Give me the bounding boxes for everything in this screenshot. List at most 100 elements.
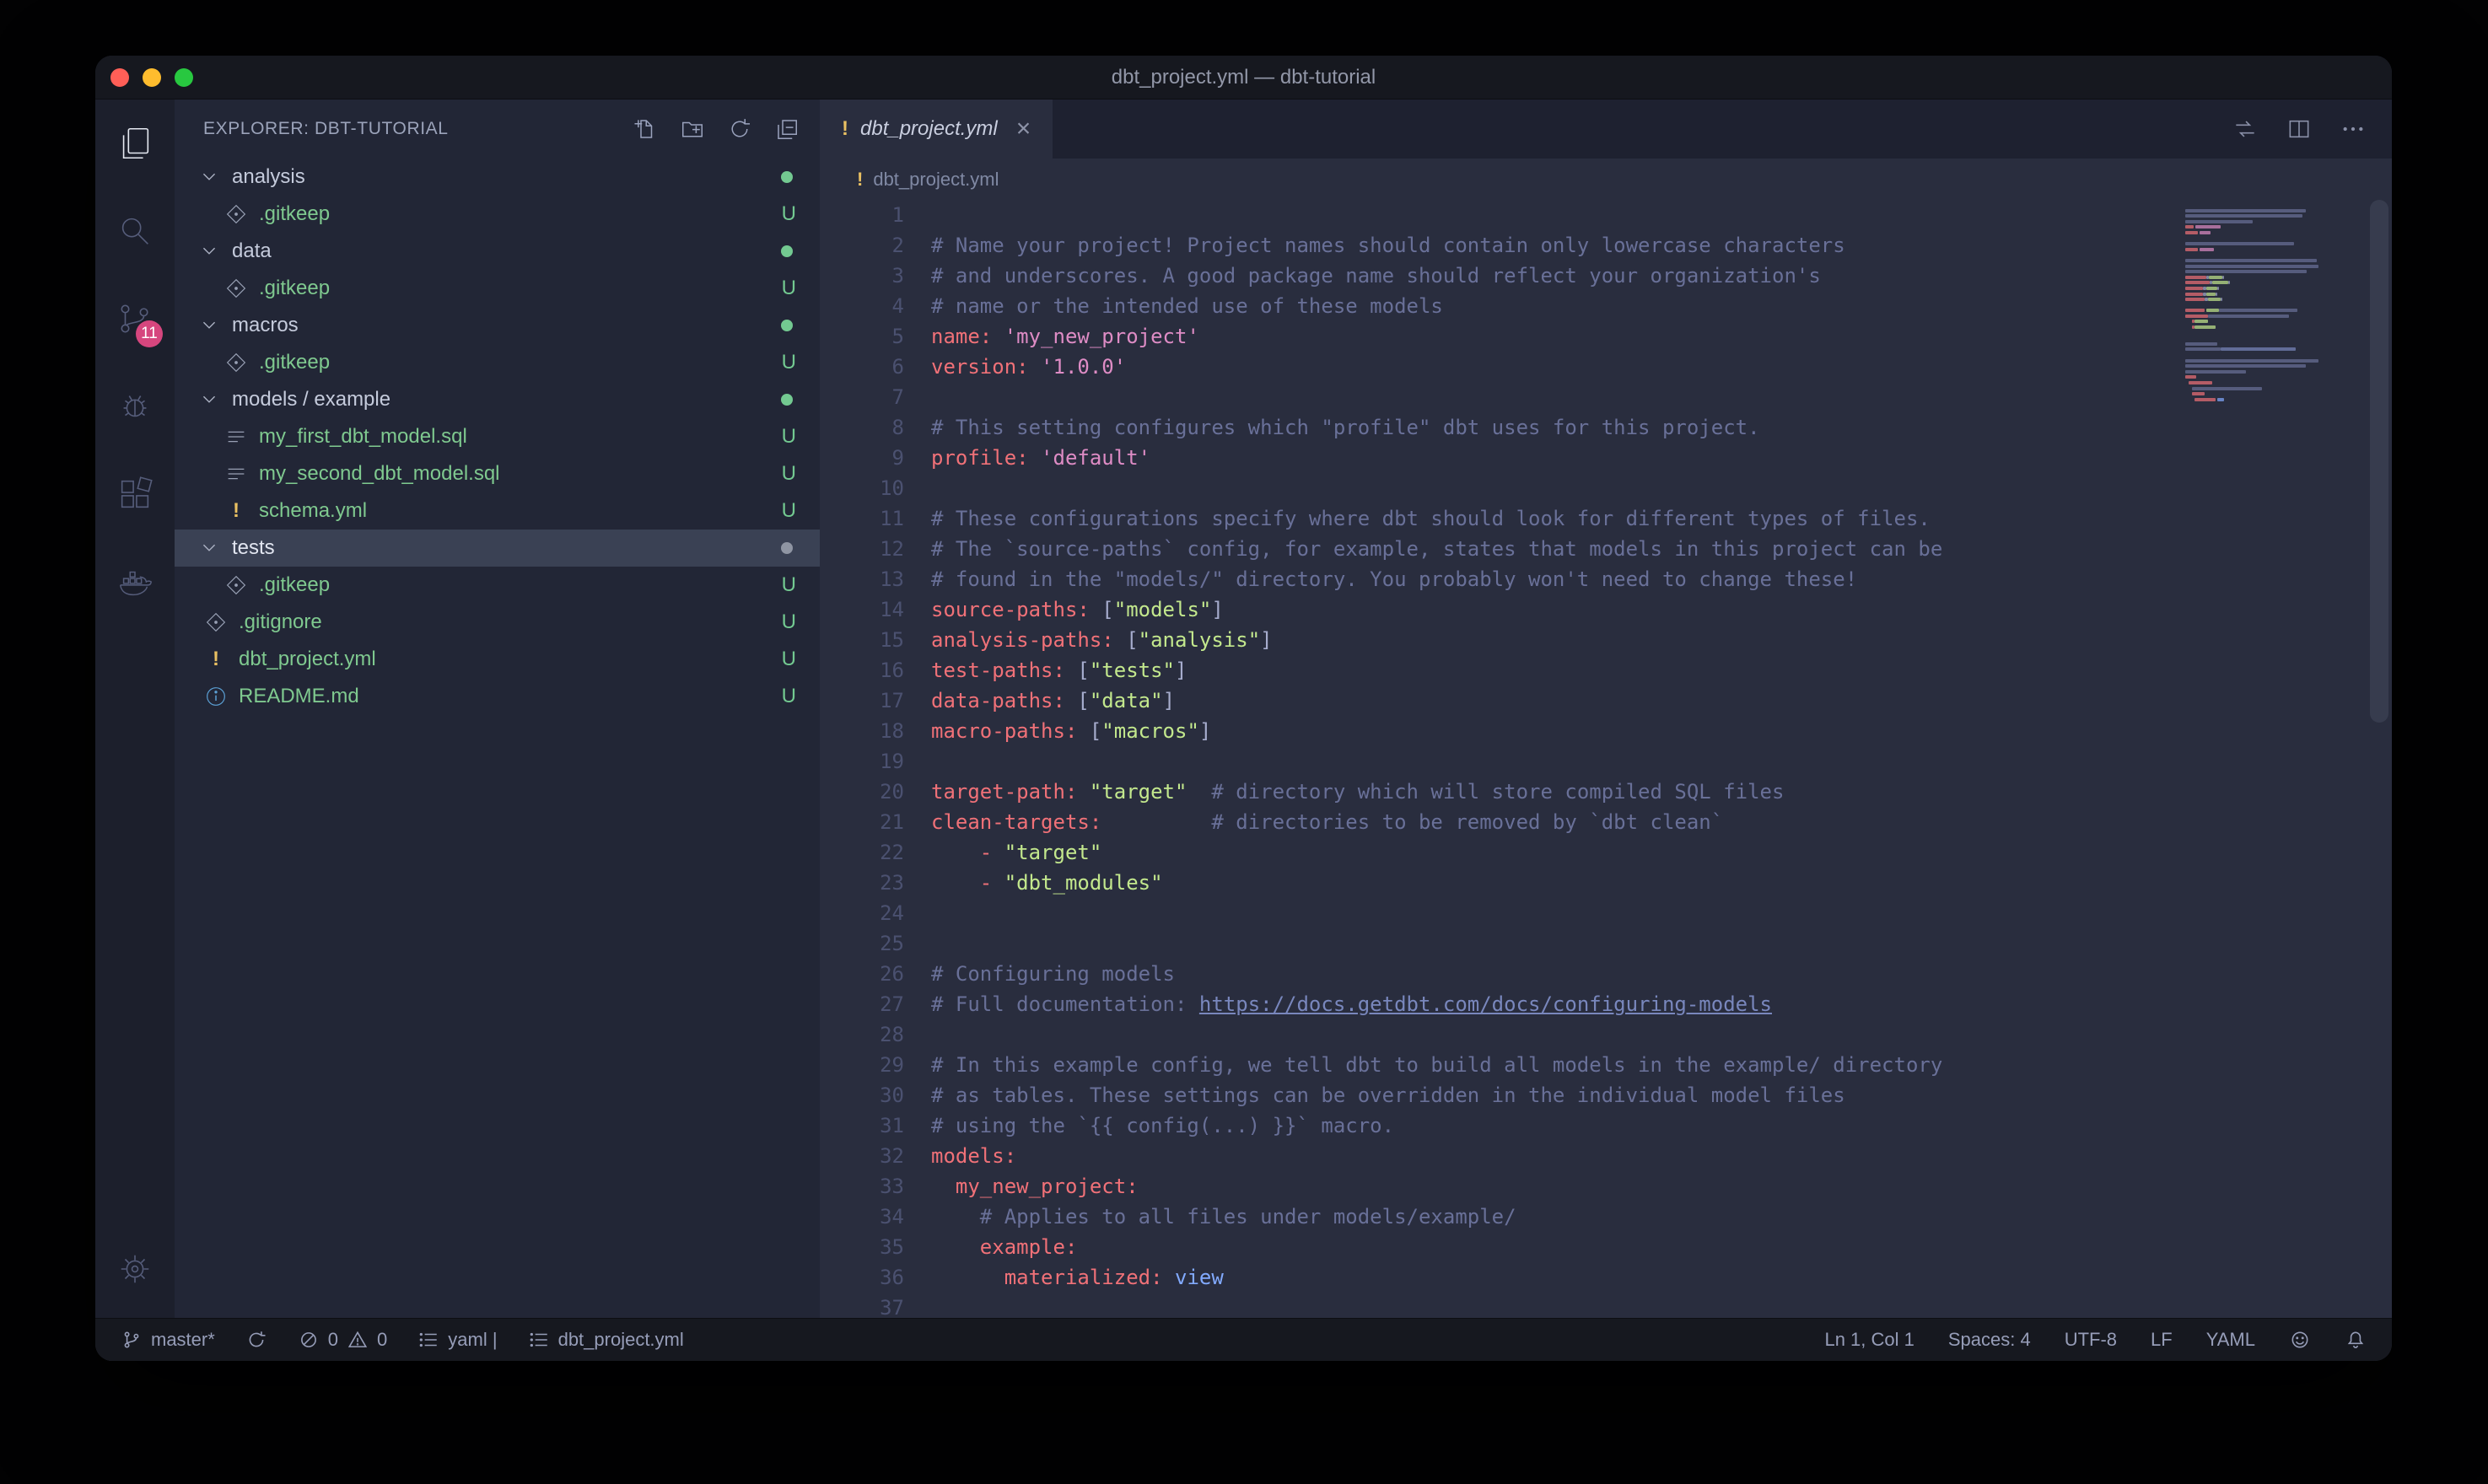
feedback-button[interactable]: [2289, 1329, 2311, 1351]
tree-file-gitkeep[interactable]: .gitkeepU: [175, 196, 820, 233]
close-tab-icon[interactable]: ×: [1016, 115, 1031, 143]
minimap-line: [2185, 370, 2329, 374]
line-number: 30: [820, 1080, 904, 1110]
minimap-line: [2185, 347, 2329, 351]
minimap-line: [2185, 270, 2329, 273]
problems-status[interactable]: 0 0: [298, 1329, 388, 1351]
tree-file-gitkeep[interactable]: .gitkeepU: [175, 344, 820, 381]
tab-dbt-project-yml[interactable]: ! dbt_project.yml ×: [820, 99, 1053, 159]
eol-setting[interactable]: LF: [2151, 1329, 2173, 1351]
editor-pane[interactable]: 1234567891011121314151617181920212223242…: [820, 200, 2392, 1318]
notifications-button[interactable]: [2345, 1329, 2367, 1351]
tree-file-dbt-project-yml[interactable]: !dbt_project.ymlU: [175, 641, 820, 678]
tree-folder-tests[interactable]: tests: [175, 530, 820, 567]
source-control-activity-button[interactable]: 11: [95, 275, 175, 363]
explorer-sidebar: EXPLORER: DBT-TUTORIAL analysis.gitkeepU…: [175, 99, 820, 1318]
tree-item-label: data: [232, 239, 272, 263]
folder-change-dot: [781, 320, 793, 331]
list-icon: [417, 1329, 439, 1351]
minimap-line: [2185, 231, 2329, 234]
search-activity-button[interactable]: [95, 187, 175, 275]
new-file-icon[interactable]: [633, 116, 658, 142]
cursor-position[interactable]: Ln 1, Col 1: [1824, 1329, 1914, 1351]
breadcrumb-file: dbt_project.yml: [873, 169, 999, 191]
tree-file-my-second-dbt-model-sql[interactable]: my_second_dbt_model.sqlU: [175, 455, 820, 492]
line-number: 10: [820, 473, 904, 503]
git-status-untracked: U: [782, 685, 796, 708]
chevron-down-icon: [197, 164, 222, 190]
tree-item-label: my_first_dbt_model.sql: [259, 425, 467, 449]
dbt-language-status[interactable]: yaml |: [417, 1329, 497, 1351]
explorer-activity-button[interactable]: [95, 99, 175, 187]
minimap-line: [2185, 276, 2329, 279]
code-line: # Name your project! Project names shoul…: [931, 230, 2392, 261]
tree-folder-models-example[interactable]: models / example: [175, 381, 820, 418]
code-line: [931, 200, 2392, 230]
tree-file-gitkeep[interactable]: .gitkeepU: [175, 567, 820, 604]
settings-gear-button[interactable]: [95, 1225, 175, 1313]
breadcrumb[interactable]: ! dbt_project.yml: [820, 159, 2392, 200]
git-status-untracked: U: [782, 202, 796, 226]
tree-folder-analysis[interactable]: analysis: [175, 159, 820, 196]
file-tree: analysis.gitkeepUdata.gitkeepUmacros.git…: [175, 159, 820, 1318]
cursor-position-label: Ln 1, Col 1: [1824, 1329, 1914, 1351]
tree-folder-macros[interactable]: macros: [175, 307, 820, 344]
extensions-activity-button[interactable]: [95, 450, 175, 538]
tree-item-label: my_second_dbt_model.sql: [259, 462, 500, 486]
minimap-line: [2185, 353, 2329, 357]
minimap[interactable]: [2185, 203, 2329, 409]
git-status-untracked: U: [782, 425, 796, 449]
tree-file-schema-yml[interactable]: !schema.ymlU: [175, 492, 820, 530]
branch-icon: [121, 1329, 143, 1351]
dbt-file-status[interactable]: dbt_project.yml: [528, 1329, 684, 1351]
sync-status[interactable]: [245, 1329, 267, 1351]
line-number: 34: [820, 1202, 904, 1232]
chevron-down-icon: [197, 313, 222, 338]
minimap-line: [2185, 403, 2329, 406]
docker-activity-button[interactable]: [95, 538, 175, 626]
eol-label: LF: [2151, 1329, 2173, 1351]
tree-folder-data[interactable]: data: [175, 233, 820, 270]
open-changes-icon[interactable]: [2232, 116, 2259, 142]
minimap-line: [2185, 298, 2329, 301]
explorer-header: EXPLORER: DBT-TUTORIAL: [175, 99, 820, 159]
minimap-line: [2185, 248, 2329, 251]
language-mode[interactable]: YAML: [2206, 1329, 2255, 1351]
debug-activity-button[interactable]: [95, 363, 175, 450]
minimap-line: [2185, 336, 2329, 340]
refresh-icon[interactable]: [727, 116, 752, 142]
code-content[interactable]: # Name your project! Project names shoul…: [931, 200, 2392, 1318]
code-line: target-path: "target" # directory which …: [931, 777, 2392, 807]
tree-file-gitkeep[interactable]: .gitkeepU: [175, 270, 820, 307]
code-line: macro-paths: ["macros"]: [931, 716, 2392, 746]
encoding-setting[interactable]: UTF-8: [2065, 1329, 2117, 1351]
tree-file-readme-md[interactable]: README.md U: [175, 678, 820, 715]
collapse-all-icon[interactable]: [774, 116, 800, 142]
line-number: 27: [820, 989, 904, 1019]
line-number: 3: [820, 261, 904, 291]
code-line: # as tables. These settings can be overr…: [931, 1080, 2392, 1110]
debug-icon: [116, 387, 154, 426]
tree-item-label: dbt_project.yml: [239, 648, 376, 671]
line-number: 36: [820, 1262, 904, 1293]
code-line: profile: 'default': [931, 443, 2392, 473]
tree-file-gitignore[interactable]: .gitignoreU: [175, 604, 820, 641]
code-line: models:: [931, 1141, 2392, 1171]
folder-change-dot: [781, 171, 793, 183]
tree-item-label: README.md: [239, 685, 359, 708]
more-actions-icon[interactable]: [2340, 116, 2367, 142]
yaml-warning-icon: !: [857, 169, 863, 191]
split-editor-icon[interactable]: [2286, 116, 2313, 142]
code-line: example:: [931, 1232, 2392, 1262]
bell-icon: [2345, 1329, 2367, 1351]
code-line: # name or the intended use of these mode…: [931, 291, 2392, 321]
language-label: YAML: [2206, 1329, 2255, 1351]
line-number: 20: [820, 777, 904, 807]
new-folder-icon[interactable]: [680, 116, 705, 142]
tree-file-my-first-dbt-model-sql[interactable]: my_first_dbt_model.sql U: [175, 418, 820, 455]
indentation-setting[interactable]: Spaces: 4: [1948, 1329, 2031, 1351]
line-number: 28: [820, 1019, 904, 1050]
editor-scrollbar[interactable]: [2370, 200, 2388, 723]
git-branch-status[interactable]: master*: [121, 1329, 215, 1351]
line-number: 29: [820, 1050, 904, 1080]
